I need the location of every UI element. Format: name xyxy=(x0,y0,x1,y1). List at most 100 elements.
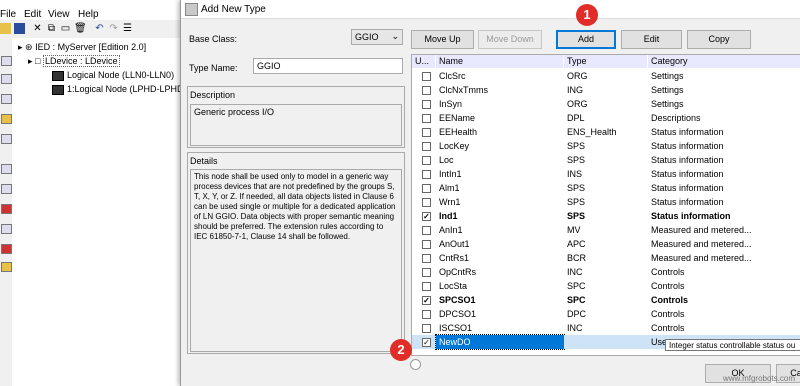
used-checkbox[interactable]: ✓ xyxy=(422,296,431,305)
save-icon[interactable] xyxy=(14,23,25,34)
column-header-used[interactable]: U... xyxy=(412,55,436,68)
main-toolbar: ✕ ⧉ ▭ 🗑 ↶ ↷ ☰ xyxy=(0,20,180,39)
used-checkbox[interactable] xyxy=(422,268,431,277)
name-cell: EEName xyxy=(439,113,476,123)
category-cell: Controls xyxy=(651,281,685,291)
add-button[interactable]: Add xyxy=(556,30,616,49)
edit-button[interactable]: Edit xyxy=(621,30,682,49)
column-header-type[interactable]: Type xyxy=(564,55,648,68)
used-cell xyxy=(412,195,436,209)
table-row[interactable]: ✓ Ind1 SPS Status information xyxy=(412,209,800,223)
circle-marker-icon xyxy=(410,359,421,370)
used-cell xyxy=(412,223,436,237)
description-text[interactable]: Generic process I/O xyxy=(190,104,402,146)
column-header-name[interactable]: Name xyxy=(436,55,564,68)
cut-icon[interactable]: ✕ xyxy=(32,23,43,34)
used-checkbox[interactable] xyxy=(422,86,431,95)
table-row[interactable]: Alm1 SPS Status information xyxy=(412,181,800,195)
menu-edit[interactable]: Edit xyxy=(24,9,41,20)
list-icon[interactable]: ☰ xyxy=(122,23,133,34)
table-row[interactable]: CntRs1 BCR Measured and metered... xyxy=(412,251,800,265)
used-cell xyxy=(412,265,436,279)
table-row[interactable]: InSyn ORG Settings xyxy=(412,97,800,111)
open-folder-icon[interactable] xyxy=(0,23,11,34)
tool-icon[interactable] xyxy=(1,262,12,272)
table-row[interactable]: IntIn1 INS Status information xyxy=(412,167,800,181)
tree-node-ied[interactable]: ▸ ⊛ IED : MyServer [Edition 2.0] xyxy=(18,42,146,53)
used-checkbox[interactable] xyxy=(422,324,431,333)
used-checkbox[interactable] xyxy=(422,184,431,193)
tool-icon[interactable] xyxy=(1,94,12,104)
type-cell: MV xyxy=(567,225,581,235)
redo-icon[interactable]: ↷ xyxy=(108,23,119,34)
tool-icon[interactable] xyxy=(1,204,12,214)
used-checkbox[interactable]: ✓ xyxy=(422,212,431,221)
used-checkbox[interactable] xyxy=(422,170,431,179)
used-checkbox[interactable] xyxy=(422,254,431,263)
tool-icon[interactable] xyxy=(1,56,12,66)
table-row[interactable]: EEName DPL Descriptions xyxy=(412,111,800,125)
used-checkbox[interactable] xyxy=(422,72,431,81)
used-checkbox[interactable] xyxy=(422,100,431,109)
move-down-button[interactable]: Move Down xyxy=(478,30,542,49)
copy-icon[interactable]: ⧉ xyxy=(46,23,57,34)
tool-icon[interactable] xyxy=(1,74,12,84)
copy-button[interactable]: Copy xyxy=(687,30,751,49)
tool-icon[interactable] xyxy=(1,164,12,174)
used-cell xyxy=(412,167,436,181)
tree-node-ln0[interactable]: Logical Node (LLN0-LLN0) xyxy=(52,70,174,81)
category-cell: Settings xyxy=(651,71,684,81)
watermark-text: www.mfgrobots.com xyxy=(722,374,795,383)
table-row[interactable]: ClcNxTmms ING Settings xyxy=(412,83,800,97)
name-cell: Wrn1 xyxy=(439,197,461,207)
table-row[interactable]: ISCSO1 INC Controls xyxy=(412,321,800,335)
tool-icon[interactable] xyxy=(1,244,12,254)
paste-icon[interactable]: ▭ xyxy=(60,23,71,34)
base-class-select[interactable]: GGIO ⌄ xyxy=(351,29,403,45)
table-row[interactable]: EEHealth ENS_Health Status information xyxy=(412,125,800,139)
tool-icon[interactable] xyxy=(1,114,12,124)
table-row[interactable]: LocKey SPS Status information xyxy=(412,139,800,153)
used-checkbox[interactable] xyxy=(422,128,431,137)
menu-help[interactable]: Help xyxy=(78,9,99,20)
menu-file[interactable]: File xyxy=(0,9,16,20)
used-checkbox[interactable] xyxy=(422,226,431,235)
table-row[interactable]: DPCSO1 DPC Controls xyxy=(412,307,800,321)
used-checkbox[interactable] xyxy=(422,156,431,165)
type-name-input[interactable]: GGIO xyxy=(253,58,403,74)
column-header-category[interactable]: Category xyxy=(648,55,800,68)
type-tooltip: Integer status controllable status ou xyxy=(665,339,800,351)
tool-icon[interactable] xyxy=(1,224,12,234)
collapse-icon[interactable]: ▸ xyxy=(18,42,25,52)
table-row[interactable]: OpCntRs INC Controls xyxy=(412,265,800,279)
tool-icon[interactable] xyxy=(1,134,12,144)
undo-icon[interactable]: ↶ xyxy=(94,23,105,34)
table-row[interactable]: AnIn1 MV Measured and metered... xyxy=(412,223,800,237)
type-cell: INC xyxy=(567,323,583,333)
used-checkbox[interactable] xyxy=(422,282,431,291)
used-checkbox[interactable] xyxy=(422,114,431,123)
details-text[interactable]: This node shall be used only to model in… xyxy=(190,169,402,352)
used-cell xyxy=(412,125,436,139)
used-checkbox[interactable] xyxy=(422,142,431,151)
type-cell: SPS xyxy=(567,141,586,151)
menu-view[interactable]: View xyxy=(48,9,70,20)
used-checkbox[interactable] xyxy=(422,198,431,207)
used-checkbox[interactable]: ✓ xyxy=(422,338,431,347)
table-row[interactable]: ClcSrc ORG Settings xyxy=(412,69,800,83)
table-row[interactable]: LocSta SPC Controls xyxy=(412,279,800,293)
table-row[interactable]: ✓ SPCSO1 SPC Controls xyxy=(412,293,800,307)
table-row[interactable]: AnOut1 APC Measured and metered... xyxy=(412,237,800,251)
tree-node-ied-label: IED : MyServer [Edition 2.0] xyxy=(35,42,147,52)
delete-icon[interactable]: 🗑 xyxy=(74,23,87,34)
tree-node-ldevice[interactable]: ▸ □ LDevice : LDevice xyxy=(28,55,120,67)
move-up-button[interactable]: Move Up xyxy=(411,30,474,49)
tree-node-ln1[interactable]: 1:Logical Node (LPHD-LPHD xyxy=(52,84,184,95)
collapse-icon[interactable]: ▸ xyxy=(28,56,35,66)
category-cell: Descriptions xyxy=(651,113,701,123)
used-checkbox[interactable] xyxy=(422,240,431,249)
table-row[interactable]: Loc SPS Status information xyxy=(412,153,800,167)
tool-icon[interactable] xyxy=(1,184,12,194)
table-row[interactable]: Wrn1 SPS Status information xyxy=(412,195,800,209)
used-checkbox[interactable] xyxy=(422,310,431,319)
